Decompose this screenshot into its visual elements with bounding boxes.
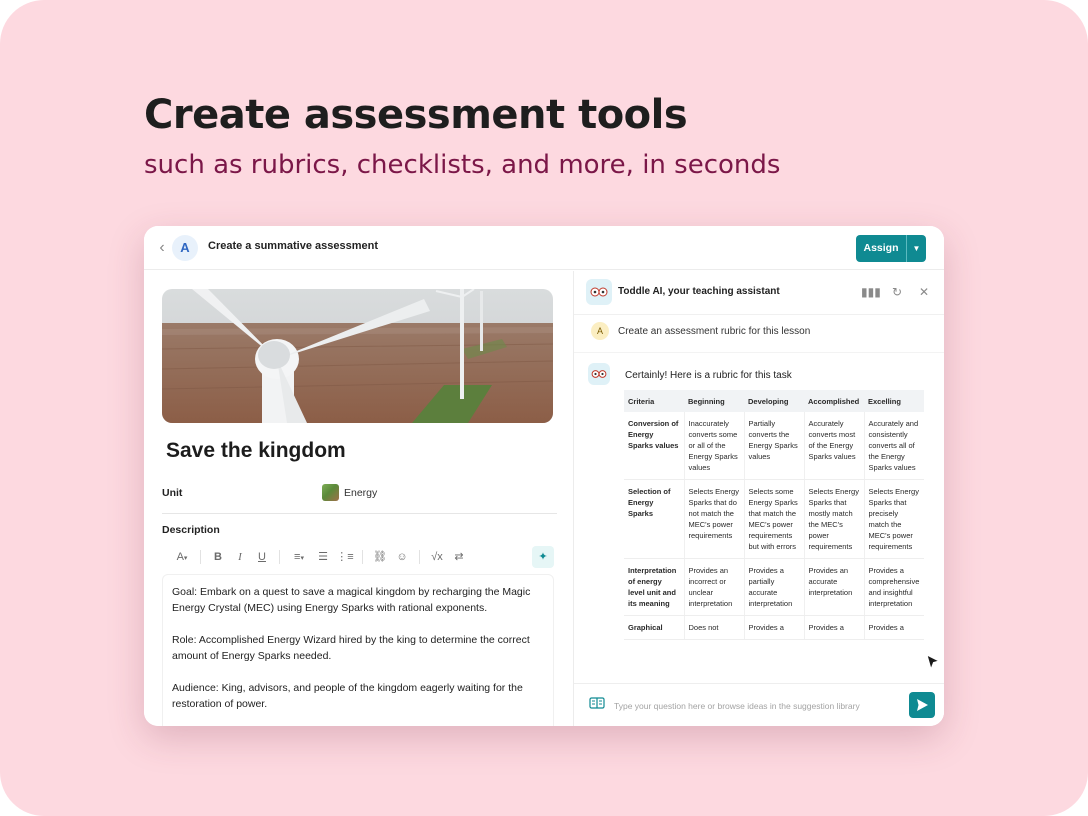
divider <box>200 550 201 564</box>
assistant-header: Toddle AI, your teaching assistant ▮▮▮ ↻… <box>574 271 944 315</box>
rubric-cell: Accurately and consistently converts all… <box>864 412 924 480</box>
divider <box>162 513 557 514</box>
chat-input-bar <box>574 683 944 726</box>
rubric-header-cell: Beginning <box>684 390 744 412</box>
italic-icon[interactable]: I <box>229 546 251 568</box>
document-pane: Save the kingdom Unit Energy Description… <box>144 271 572 726</box>
rubric-criteria-cell: Conversion of Energy Sparks values <box>624 412 685 480</box>
underline-icon[interactable]: U <box>251 546 273 568</box>
toddle-bot-icon <box>586 279 612 305</box>
rubric-table-container: Criteria Beginning Developing Accomplish… <box>624 390 924 680</box>
mouse-pointer-icon <box>926 654 941 671</box>
app-window: ‹ A Create a summative assessment Assign… <box>144 226 944 726</box>
back-chevron-icon[interactable]: ‹ <box>154 239 170 257</box>
rubric-cell: Inaccurately converts some or all of the… <box>684 412 745 480</box>
rubric-cell: Provides an accurate interpretation <box>804 558 865 616</box>
rubric-table: Criteria Beginning Developing Accomplish… <box>624 390 924 640</box>
rubric-criteria-cell: Selection of Energy Sparks <box>624 479 685 559</box>
font-color-icon[interactable]: A▾ <box>170 546 194 568</box>
wind-turbine-image <box>162 289 553 423</box>
top-bar: ‹ A Create a summative assessment Assign… <box>144 226 944 270</box>
suggestion-library-icon[interactable] <box>588 696 606 714</box>
promo-subheadline: such as rubrics, checklists, and more, i… <box>144 150 781 180</box>
unit-thumbnail <box>322 484 339 501</box>
divider <box>419 550 420 564</box>
rubric-header-cell: Accomplished <box>804 390 864 412</box>
rubric-criteria-cell: Interpretation of energy level unit and … <box>624 558 685 616</box>
assign-button-group: Assign ▼ <box>856 235 926 262</box>
ai-sparkle-icon[interactable]: ✦ <box>532 546 554 568</box>
rubric-cell: Provides a comprehensive and insightful … <box>864 558 924 616</box>
divider <box>362 550 363 564</box>
unit-name: Energy <box>344 486 378 499</box>
user-avatar: A <box>591 322 609 340</box>
assistant-title: Toddle AI, your teaching assistant <box>618 286 780 297</box>
send-button[interactable] <box>909 692 935 718</box>
unit-chip[interactable]: Energy <box>322 484 377 501</box>
table-row: Conversion of Energy Sparks values Inacc… <box>624 412 924 480</box>
toddle-bot-icon <box>588 363 610 385</box>
assessment-avatar: A <box>172 235 198 261</box>
align-icon[interactable]: ≡▾ <box>286 546 312 568</box>
rubric-cell: Selects Energy Sparks that do not match … <box>684 479 745 559</box>
description-paragraph: Role: Accomplished Energy Wizard hired b… <box>172 634 530 662</box>
numbered-list-icon[interactable]: ⋮≡ <box>334 546 356 568</box>
promo-headline: Create assessment tools <box>144 92 688 138</box>
editor-toolbar: A▾ B I U ≡▾ ☰ ⋮≡ ⛓ ☺ √x ⇄ ✦ <box>162 544 554 570</box>
rubric-cell: Partially converts the Energy Sparks val… <box>744 412 805 480</box>
link-icon[interactable]: ⛓ <box>369 546 391 568</box>
description-paragraph: Goal: Embark on a quest to save a magica… <box>172 586 531 614</box>
rubric-cell: Does not <box>684 615 745 640</box>
unit-label: Unit <box>162 487 183 499</box>
audio-wave-icon[interactable]: ▮▮▮ <box>861 283 881 301</box>
rubric-header-cell: Developing <box>744 390 804 412</box>
formula-icon[interactable]: √x <box>426 546 448 568</box>
page-title: Create a summative assessment <box>208 240 378 252</box>
rubric-cell: Accurately converts most of the Energy S… <box>804 412 865 480</box>
bold-icon[interactable]: B <box>207 546 229 568</box>
bullet-list-icon[interactable]: ☰ <box>312 546 334 568</box>
refresh-icon[interactable]: ↻ <box>888 283 906 301</box>
promo-canvas: Create assessment tools such as rubrics,… <box>0 0 1088 816</box>
description-label: Description <box>162 524 220 536</box>
chat-input[interactable] <box>614 694 900 718</box>
description-editor[interactable]: Goal: Embark on a quest to save a magica… <box>162 574 554 726</box>
rubric-cell: Provides a <box>804 615 865 640</box>
user-message: Create an assessment rubric for this les… <box>618 326 811 337</box>
description-paragraph: Audience: King, advisors, and people of … <box>172 682 523 710</box>
rubric-cell: Provides a <box>864 615 924 640</box>
rubric-criteria-cell: Graphical <box>624 615 685 640</box>
rubric-header-row: Criteria Beginning Developing Accomplish… <box>624 390 924 412</box>
assistant-reply: Certainly! Here is a rubric for this tas… <box>625 370 792 381</box>
chevron-down-icon[interactable]: ▼ <box>906 235 926 262</box>
rubric-cell: Provides a partially accurate interpreta… <box>744 558 805 616</box>
table-row: Graphical Does not Provides a Provides a… <box>624 615 924 640</box>
assistant-pane: Toddle AI, your teaching assistant ▮▮▮ ↻… <box>573 271 944 726</box>
rubric-cell: Selects Energy Sparks that mostly match … <box>804 479 865 559</box>
document-title[interactable]: Save the kingdom <box>166 439 346 463</box>
rubric-cell: Selects Energy Sparks that precisely mat… <box>864 479 924 559</box>
user-message-row: A Create an assessment rubric for this l… <box>574 315 944 353</box>
rubric-cell: Selects some Energy Sparks that match th… <box>744 479 805 559</box>
rubric-header-cell: Excelling <box>864 390 924 412</box>
table-row: Interpretation of energy level unit and … <box>624 558 924 616</box>
swap-icon[interactable]: ⇄ <box>448 546 470 568</box>
close-icon[interactable]: ✕ <box>915 283 933 301</box>
send-icon <box>917 699 928 711</box>
rubric-cell: Provides a <box>744 615 805 640</box>
divider <box>279 550 280 564</box>
emoji-icon[interactable]: ☺ <box>391 546 413 568</box>
rubric-cell: Provides an incorrect or unclear interpr… <box>684 558 745 616</box>
rubric-header-cell: Criteria <box>624 390 684 412</box>
assign-button[interactable]: Assign <box>856 235 906 262</box>
table-row: Selection of Energy Sparks Selects Energ… <box>624 479 924 559</box>
